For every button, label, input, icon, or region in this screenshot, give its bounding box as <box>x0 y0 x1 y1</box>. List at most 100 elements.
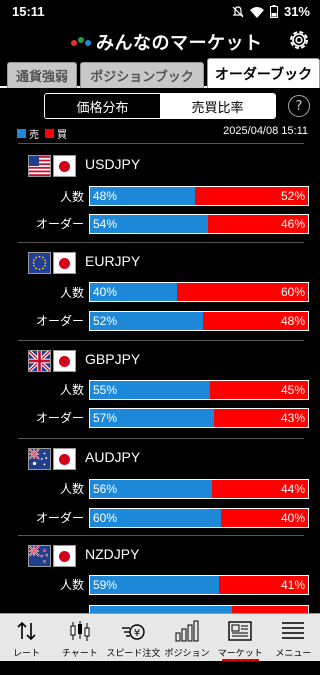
buy-ratio-fill: 48% <box>203 312 308 330</box>
sell-ratio-fill <box>90 606 232 613</box>
pair-usdjpy[interactable]: USDJPY 人数 48% 52% オーダー 54% 46% <box>0 155 320 245</box>
app-title: みんなのマーケット <box>96 33 263 54</box>
sell-ratio-value: 55% <box>93 383 118 397</box>
battery-level: 31% <box>283 4 310 19</box>
divider <box>18 340 304 341</box>
newspaper-icon <box>228 621 252 641</box>
order-ratio-bar: 52% 48% <box>89 311 309 331</box>
people-ratio-bar: 55% 45% <box>89 380 309 400</box>
uk-flag-icon <box>28 350 76 372</box>
pair-name: USDJPY <box>85 156 141 172</box>
us-flag-icon <box>28 155 76 177</box>
nav-menu[interactable]: メニュー <box>267 614 320 661</box>
candlestick-icon <box>70 621 90 641</box>
status-icons: 31% <box>232 4 310 19</box>
app-bar: みんなのマーケット <box>0 24 320 58</box>
pair-audjpy[interactable]: AUDJPY 人数 56% 44% オーダー 60% 40% <box>0 448 320 538</box>
buy-ratio-value: 45% <box>280 383 305 397</box>
nav-chart[interactable]: チャート <box>53 614 106 661</box>
buy-ratio-value: 60% <box>280 285 305 299</box>
buy-ratio-fill: 45% <box>209 381 308 399</box>
view-toggle: 価格分布 売買比率 <box>44 93 276 119</box>
people-label: 人数 <box>59 286 84 300</box>
pair-gbpjpy[interactable]: GBPJPY 人数 55% 45% オーダー 57% 43% <box>0 350 320 440</box>
order-ratio-bar: 60% 40% <box>89 508 309 528</box>
menu-icon <box>282 622 305 639</box>
order-ratio-bar <box>89 605 309 613</box>
tab-currency-strength[interactable]: 通貨強弱 <box>7 62 77 88</box>
rate-arrows-icon <box>17 621 36 641</box>
buy-swatch <box>45 129 54 138</box>
nav-market[interactable]: マーケット <box>214 614 267 661</box>
nav-label: チャート <box>61 649 98 659</box>
pair-eurjpy[interactable]: EURJPY 人数 40% 60% オーダー 52% 48% <box>0 252 320 342</box>
market-tabs: 通貨強弱 ポジションブック オーダーブック <box>0 58 320 88</box>
buy-ratio-fill <box>231 606 308 613</box>
sell-ratio-fill: 60% <box>90 509 221 527</box>
gear-icon[interactable] <box>286 27 312 53</box>
divider <box>18 535 304 536</box>
sell-ratio-fill: 52% <box>90 312 204 330</box>
people-label: 人数 <box>59 383 84 397</box>
tab-position-book[interactable]: ポジションブック <box>80 62 204 88</box>
battery-icon <box>269 5 278 18</box>
sell-ratio-value: 52% <box>93 314 118 328</box>
nav-speed-order[interactable]: ¥ スピード注文 <box>106 614 160 661</box>
sell-ratio-value: 56% <box>93 482 118 496</box>
nz-flag-icon <box>28 545 76 567</box>
sell-ratio-value: 48% <box>93 189 118 203</box>
sell-ratio-fill: 57% <box>90 409 215 427</box>
eu-flag-icon <box>28 252 76 274</box>
order-label: オーダー <box>35 511 84 525</box>
buy-ratio-fill: 52% <box>194 187 308 205</box>
order-label: オーダー <box>35 411 84 425</box>
buy-ratio-fill: 40% <box>220 509 308 527</box>
pair-name: AUDJPY <box>85 449 141 465</box>
nav-rate[interactable]: レート <box>0 614 53 661</box>
buy-ratio-fill: 46% <box>207 215 308 233</box>
jp-flag-icon <box>53 155 76 177</box>
pair-nzdjpy[interactable]: NZDJPY 人数 59% 41% <box>0 545 320 613</box>
sell-ratio-value: 57% <box>93 411 118 425</box>
sell-ratio-fill: 54% <box>90 215 208 233</box>
sell-ratio-value: 40% <box>93 285 118 299</box>
people-label: 人数 <box>59 578 84 592</box>
buy-ratio-value: 40% <box>280 511 305 525</box>
jp-flag-icon <box>53 252 76 274</box>
au-flag-icon <box>28 448 76 470</box>
wifi-icon <box>249 6 264 18</box>
sell-ratio-fill: 40% <box>90 283 178 301</box>
people-label: 人数 <box>59 482 84 496</box>
nav-label: メニュー <box>275 649 312 659</box>
help-button[interactable]: ? <box>288 95 310 117</box>
nav-position[interactable]: ポジション <box>160 614 213 661</box>
pair-name: EURJPY <box>85 253 141 269</box>
tab-order-book[interactable]: オーダーブック <box>207 58 320 88</box>
people-ratio-bar: 59% 41% <box>89 575 309 595</box>
order-book-content: 価格分布 売買比率 ? 売 買 2025/04/08 15:11 USDJPY … <box>0 88 320 613</box>
sell-ratio-value: 54% <box>93 217 118 231</box>
pair-name: GBPJPY <box>85 351 141 367</box>
sell-ratio-fill: 56% <box>90 480 213 498</box>
segment-trade-ratio[interactable]: 売買比率 <box>160 94 275 118</box>
buy-ratio-value: 41% <box>280 578 305 592</box>
people-ratio-bar: 40% 60% <box>89 282 309 302</box>
sell-ratio-value: 59% <box>93 578 118 592</box>
sell-ratio-fill: 48% <box>90 187 195 205</box>
legend: 売 買 <box>17 126 73 141</box>
status-time: 15:11 <box>12 4 45 19</box>
order-label: オーダー <box>35 217 84 231</box>
app-logo-icon <box>71 37 91 46</box>
jp-flag-icon <box>53 448 76 470</box>
jp-flag-icon <box>53 545 76 567</box>
buy-ratio-value: 52% <box>280 189 305 203</box>
update-timestamp: 2025/04/08 15:11 <box>223 125 308 137</box>
segment-price-distribution[interactable]: 価格分布 <box>45 94 160 118</box>
nav-label: マーケット <box>217 649 263 659</box>
sell-legend-label: 売 <box>29 130 39 141</box>
buy-ratio-fill: 41% <box>218 576 308 594</box>
people-ratio-bar: 56% 44% <box>89 479 309 499</box>
buy-ratio-value: 43% <box>280 411 305 425</box>
buy-ratio-fill: 43% <box>214 409 308 427</box>
nav-label: ポジション <box>164 649 210 659</box>
